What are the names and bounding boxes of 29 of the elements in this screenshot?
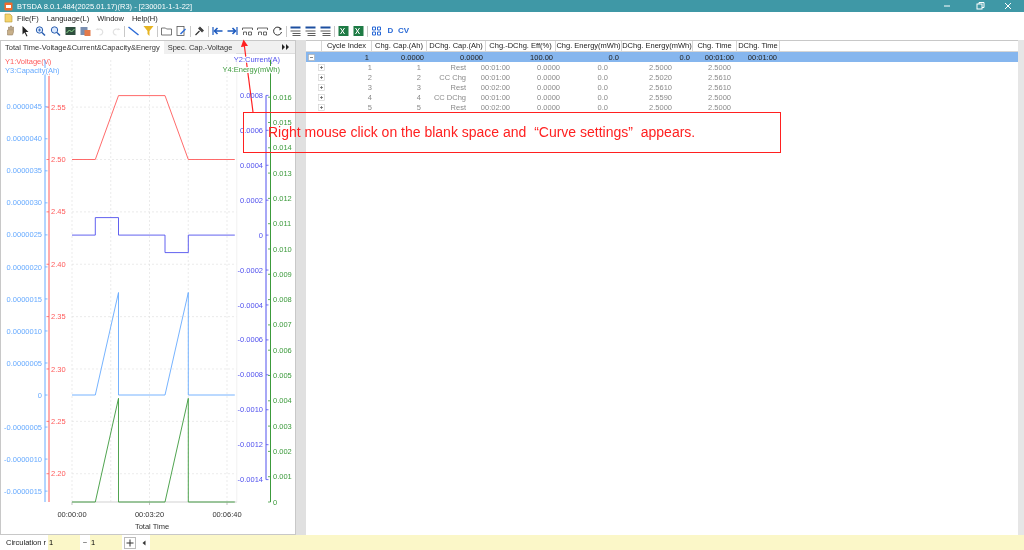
list-icon[interactable]: [289, 25, 302, 37]
arrow-left-icon[interactable]: [211, 25, 224, 37]
spreadsheet-icon[interactable]: [337, 25, 350, 37]
bracket-icon[interactable]: [256, 25, 269, 37]
list-icon[interactable]: [304, 25, 317, 37]
bracket-icon[interactable]: [241, 25, 254, 37]
toolbar-button[interactable]: D: [384, 25, 397, 37]
add-button[interactable]: [124, 536, 136, 549]
toolbar-button[interactable]: CV: [397, 25, 410, 37]
zoom-in-icon[interactable]: [34, 25, 47, 37]
edit-icon[interactable]: [175, 25, 188, 37]
expand-icon[interactable]: [318, 73, 325, 81]
scroll-right-icon[interactable]: [281, 43, 291, 51]
arrow-right-icon[interactable]: [226, 25, 239, 37]
folder-icon[interactable]: [160, 25, 173, 37]
magnifier-icon[interactable]: [49, 25, 62, 37]
refresh-icon[interactable]: [271, 25, 284, 37]
chart-icon[interactable]: [64, 25, 77, 37]
grid-icon[interactable]: [370, 25, 383, 37]
line-icon[interactable]: [127, 25, 140, 37]
expand-icon[interactable]: [318, 83, 325, 91]
expand-icon[interactable]: [318, 63, 325, 71]
expand-icon[interactable]: [318, 93, 325, 101]
document-icon: [4, 13, 13, 23]
collapse-icon[interactable]: [308, 53, 315, 61]
spreadsheet-icon[interactable]: [352, 25, 365, 37]
expand-icon[interactable]: [318, 103, 325, 111]
scrollbar[interactable]: [1018, 40, 1024, 535]
list-icon[interactable]: [319, 25, 332, 37]
